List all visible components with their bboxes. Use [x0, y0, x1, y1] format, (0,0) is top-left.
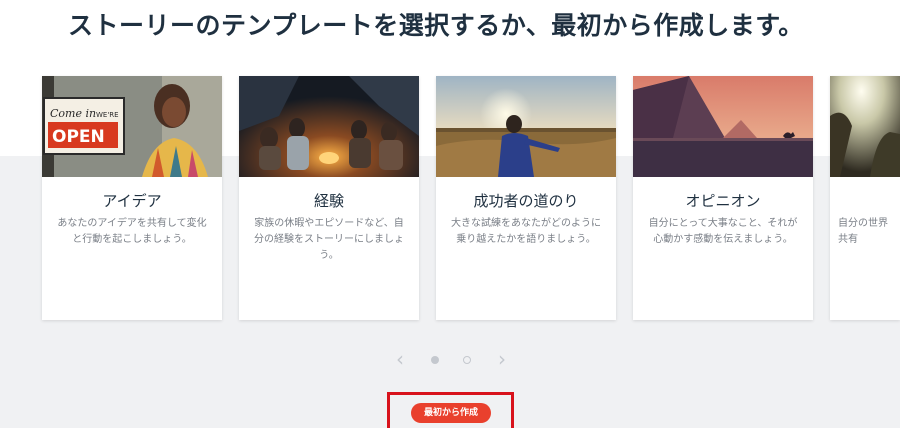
card-description: 大きな試練をあなたがどのように乗り越えたかを語りましょう。: [451, 218, 601, 245]
card-image-partial: [830, 76, 900, 177]
card-image-success-journey: [436, 76, 616, 177]
template-card-experience[interactable]: 経験 家族の休暇やエピソードなど、自分の経験をストーリーにしましょう。: [239, 76, 419, 320]
card-description: 家族の休暇やエピソードなど、自分の経験をストーリーにしましょう。: [254, 218, 404, 261]
page-title: ストーリーのテンプレートを選択するか、最初から作成します。: [68, 11, 804, 40]
chevron-left-icon[interactable]: ‹: [392, 349, 408, 370]
template-card-success-journey[interactable]: 成功者の道のり 大きな試練をあなたがどのように乗り越えたかを語りましょう。: [436, 76, 616, 320]
carousel-nav: ‹ ›: [392, 349, 512, 370]
template-card-idea[interactable]: Come in WE'RE OPEN アイデア あなたのアイデアを共有して変化と…: [42, 76, 222, 320]
card-description: あなたのアイデアを共有して変化と行動を起こしましょう。: [57, 218, 207, 245]
card-title: 経験: [313, 192, 344, 210]
card-image-opinion: [633, 76, 813, 177]
sign-line-1: Come in: [50, 107, 96, 120]
template-card-partial[interactable]: 自分の世界 共有: [830, 76, 900, 320]
start-from-scratch-button[interactable]: 最初から作成: [411, 403, 491, 423]
card-title: 成功者の道のり: [473, 192, 579, 210]
card-title: アイデア: [102, 192, 162, 210]
card-image-experience: [239, 76, 419, 177]
sign-line-2: WE'RE: [96, 111, 119, 119]
carousel-dot-1[interactable]: [431, 356, 439, 364]
card-description: 自分にとって大事なこと、それが心動かす感動を伝えましょう。: [648, 218, 798, 245]
sign-line-3: OPEN: [52, 127, 105, 147]
card-image-idea: Come in WE'RE OPEN: [42, 76, 222, 177]
chevron-right-icon[interactable]: ›: [494, 349, 510, 370]
carousel-dot-2[interactable]: [463, 356, 471, 364]
card-title: オピニオン: [685, 192, 761, 210]
template-card-opinion[interactable]: オピニオン 自分にとって大事なこと、それが心動かす感動を伝えましょう。: [633, 76, 813, 320]
card-description: 自分の世界 共有: [838, 218, 888, 245]
